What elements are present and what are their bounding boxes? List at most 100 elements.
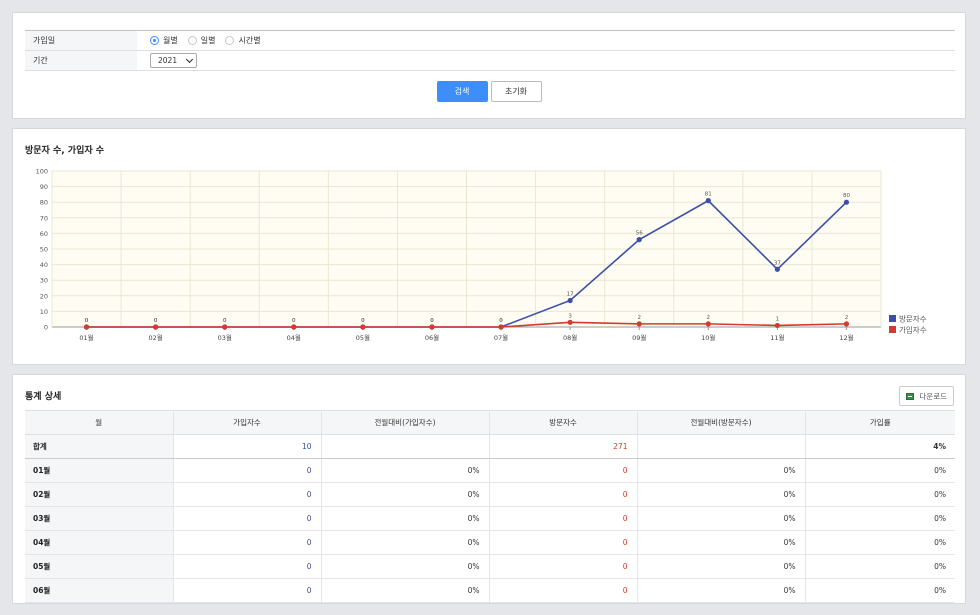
data-point xyxy=(843,199,850,205)
data-point xyxy=(705,198,711,204)
y-tick-label: 100 xyxy=(36,168,48,176)
radio-hourly[interactable]: 시간별 xyxy=(225,35,261,46)
total-row: 합계 10 271 4% xyxy=(25,434,955,459)
x-tick-label: 04월 xyxy=(287,333,301,342)
row-visits-mom: 0% xyxy=(637,506,806,531)
table-row: 03월 0 0% 0 0% 0% xyxy=(25,506,955,531)
y-tick-label: 0 xyxy=(44,324,48,332)
row-joins-mom: 0% xyxy=(321,578,490,603)
y-tick-label: 40 xyxy=(40,261,48,269)
data-label: 0 xyxy=(292,318,296,324)
row-visits: 0 xyxy=(489,578,638,603)
header-month: 월 xyxy=(25,410,174,435)
filter-buttons: 검색 초기화 xyxy=(13,81,965,102)
row-joins-mom: 0% xyxy=(321,554,490,579)
row-month: 05월 xyxy=(25,554,174,579)
period-type-radio-group: 월별 일별 시간별 xyxy=(137,31,955,50)
data-label: 80 xyxy=(843,193,850,199)
row-rate: 0% xyxy=(805,458,955,483)
row-visits: 0 xyxy=(489,458,638,483)
reset-button[interactable]: 초기화 xyxy=(490,81,542,102)
row-visits-mom: 0% xyxy=(637,530,806,555)
row-visits-mom: 0% xyxy=(637,578,806,603)
row-joins: 0 xyxy=(173,506,322,531)
chevron-down-icon xyxy=(185,55,194,64)
radio-daily-circle[interactable] xyxy=(187,36,197,45)
row-month: 02월 xyxy=(25,482,174,507)
y-tick-label: 50 xyxy=(40,246,48,254)
data-label: 0 xyxy=(223,318,227,324)
join-date-label: 가입일 xyxy=(25,31,137,50)
x-tick-label: 01월 xyxy=(79,333,93,342)
y-tick-label: 70 xyxy=(40,214,48,222)
chart-panel: 방문자 수, 가입자 수 0 10 20 30 40 50 60 70 80 90 100 01월 02… xyxy=(12,128,966,365)
header-visits-mom: 전월대비(방문자수) xyxy=(637,410,806,435)
x-tick-label: 03월 xyxy=(218,333,232,342)
y-tick-label: 30 xyxy=(40,277,48,285)
row-joins-mom: 0% xyxy=(321,506,490,531)
total-joins: 10 xyxy=(173,434,322,459)
total-joins-mom xyxy=(321,434,490,459)
radio-hourly-circle[interactable] xyxy=(225,36,235,45)
total-visits: 271 xyxy=(489,434,638,459)
x-tick-label: 09월 xyxy=(632,333,646,342)
data-point xyxy=(498,324,504,330)
row-rate: 0% xyxy=(805,482,955,507)
data-point xyxy=(222,324,228,330)
radio-daily[interactable]: 일별 xyxy=(187,35,216,46)
table-row: 01월 0 0% 0 0% 0% xyxy=(25,458,955,483)
radio-daily-label: 일별 xyxy=(200,36,216,45)
join-date-row: 가입일 월별 일별 시간별 xyxy=(25,31,955,51)
row-month: 04월 xyxy=(25,530,174,555)
radio-monthly-circle[interactable] xyxy=(150,36,159,45)
header-rate: 가입률 xyxy=(805,410,955,435)
row-visits-mom: 0% xyxy=(637,482,806,507)
table-header-row: 월 가입자수 전월대비(가입자수) 방문자수 전월대비(방문자수) 가입률 xyxy=(25,410,955,435)
data-point xyxy=(636,237,642,243)
data-label: 2 xyxy=(845,315,849,321)
filter-panel: 가입일 월별 일별 시간별 기간 2021 검색 초기화 xyxy=(12,12,966,119)
legend-swatch xyxy=(889,315,896,322)
row-visits: 0 xyxy=(489,530,638,555)
download-button[interactable]: 다운로드 xyxy=(899,386,954,406)
radio-monthly[interactable]: 월별 xyxy=(150,35,178,46)
line-chart: 010203040506070809010001월 02월 03월 04월 05월 06월… xyxy=(36,168,927,343)
x-tick-label: 02월 xyxy=(148,333,162,342)
data-point xyxy=(429,324,435,330)
stats-table: 월 가입자수 전월대비(가입자수) 방문자수 전월대비(방문자수) 가입률 합계… xyxy=(25,410,955,603)
data-point xyxy=(774,266,780,272)
row-rate: 0% xyxy=(805,530,955,555)
table-row: 04월 0 0% 0 0% 0% xyxy=(25,530,955,555)
period-value-cell: 2021 xyxy=(137,51,955,70)
data-label: 0 xyxy=(430,318,434,324)
y-tick-label: 90 xyxy=(40,183,48,191)
legend-label: 방문자수 xyxy=(899,314,927,324)
row-joins: 0 xyxy=(173,530,322,555)
year-select[interactable]: 2021 xyxy=(150,53,197,68)
data-label: 37 xyxy=(774,260,781,266)
data-label: 17 xyxy=(567,291,574,297)
year-select-value: 2021 xyxy=(158,56,178,65)
row-joins-mom: 0% xyxy=(321,530,490,555)
data-point xyxy=(360,324,366,330)
data-point xyxy=(567,319,573,325)
y-tick-label: 10 xyxy=(40,308,48,316)
row-month: 01월 xyxy=(25,458,174,483)
x-tick-label: 06월 xyxy=(425,333,439,342)
row-joins: 0 xyxy=(173,458,322,483)
x-tick-label: 10월 xyxy=(701,333,715,342)
header-joins-mom: 전월대비(가입자수) xyxy=(321,410,490,435)
data-point xyxy=(291,324,297,330)
row-rate: 0% xyxy=(805,506,955,531)
row-joins-mom: 0% xyxy=(321,482,490,507)
search-button[interactable]: 검색 xyxy=(436,81,488,102)
table-row: 05월 0 0% 0 0% 0% xyxy=(25,554,955,579)
data-label: 0 xyxy=(361,318,365,324)
row-visits: 0 xyxy=(489,482,638,507)
legend-swatch xyxy=(889,326,896,333)
row-visits-mom: 0% xyxy=(637,458,806,483)
total-rate: 4% xyxy=(805,434,955,459)
x-tick-label: 08월 xyxy=(563,333,577,342)
x-tick-label: 05월 xyxy=(356,333,370,342)
data-point xyxy=(636,321,642,327)
